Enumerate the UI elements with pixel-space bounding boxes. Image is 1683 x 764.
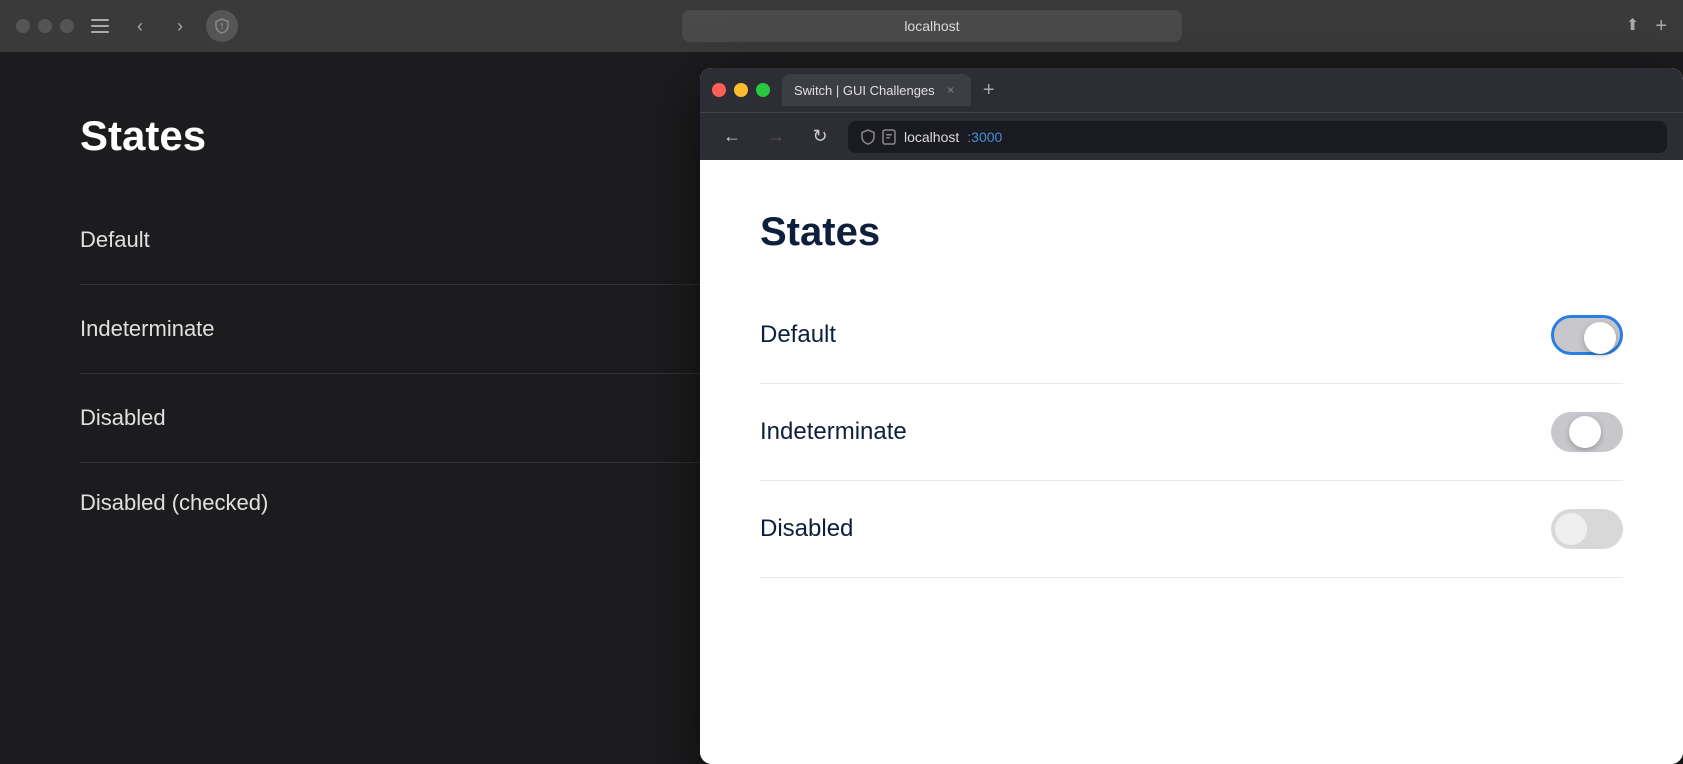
popup-state-row-indeterminate: Indeterminate <box>760 384 1623 481</box>
popup-label-indeterminate: Indeterminate <box>760 418 907 446</box>
outer-right-icons: ⬆ + <box>1626 15 1667 38</box>
popup-address-bar[interactable]: localhost :3000 <box>848 121 1667 153</box>
popup-states-list: Default Indeterminate Disabled <box>760 287 1623 578</box>
popup-state-row-disabled: Disabled <box>760 481 1623 578</box>
new-tab-button[interactable]: + <box>975 76 1003 104</box>
address-icons <box>860 129 896 145</box>
outer-address-text: localhost <box>904 18 959 34</box>
popup-label-default: Default <box>760 321 836 349</box>
address-host: localhost <box>904 129 959 145</box>
address-shield-icon <box>860 129 876 145</box>
new-tab-icon[interactable]: + <box>1655 15 1667 38</box>
toggle-light-disabled <box>1551 509 1623 549</box>
popup-tl-maximize[interactable] <box>756 83 770 97</box>
toggle-light-default[interactable] <box>1551 315 1623 355</box>
outer-toolbar: ‹ › localhost ⬆ + <box>0 0 1683 52</box>
popup-tab-close-btn[interactable]: × <box>943 82 959 98</box>
popup-toolbar: ← → ↻ localhost :3000 <box>700 112 1683 160</box>
outer-tl-maximize[interactable] <box>60 19 74 33</box>
sidebar-toggle-button[interactable] <box>86 12 114 40</box>
forward-button-outer[interactable]: › <box>166 12 194 40</box>
outer-label-indeterminate: Indeterminate <box>80 316 215 342</box>
popup-tab-title: Switch | GUI Challenges <box>794 83 935 98</box>
back-button-outer[interactable]: ‹ <box>126 12 154 40</box>
address-page-icon <box>882 129 896 145</box>
popup-content: States Default Indeterminate Disabled <box>700 160 1683 764</box>
shield-icon-outer <box>206 10 238 42</box>
popup-active-tab[interactable]: Switch | GUI Challenges × <box>782 74 971 106</box>
popup-state-row-default: Default <box>760 287 1623 384</box>
share-icon[interactable]: ⬆ <box>1626 15 1639 38</box>
outer-tl-close[interactable] <box>16 19 30 33</box>
popup-tl-minimize[interactable] <box>734 83 748 97</box>
popup-label-disabled: Disabled <box>760 515 853 543</box>
outer-tl-minimize[interactable] <box>38 19 52 33</box>
outer-address-bar[interactable]: localhost <box>682 10 1182 42</box>
toggle-light-default-knob <box>1584 322 1616 354</box>
popup-traffic-lights <box>712 83 770 97</box>
popup-tl-close[interactable] <box>712 83 726 97</box>
popup-forward-button[interactable]: → <box>760 121 792 153</box>
popup-title-bar: Switch | GUI Challenges × + <box>700 68 1683 112</box>
toggle-light-indeterminate-knob <box>1569 416 1601 448</box>
outer-label-disabled: Disabled <box>80 405 166 431</box>
outer-label-default: Default <box>80 227 150 253</box>
outer-traffic-lights <box>16 19 74 33</box>
popup-browser: Switch | GUI Challenges × + ← → ↻ <box>700 68 1683 764</box>
popup-tab-bar: Switch | GUI Challenges × + <box>782 74 1671 106</box>
popup-section-title: States <box>760 210 1623 255</box>
popup-back-button[interactable]: ← <box>716 121 748 153</box>
popup-reload-button[interactable]: ↻ <box>804 121 836 153</box>
toggle-light-indeterminate[interactable] <box>1551 412 1623 452</box>
toggle-light-disabled-knob <box>1555 513 1587 545</box>
address-port: :3000 <box>967 129 1002 145</box>
outer-partial-label: Disabled (checked) <box>80 490 268 516</box>
